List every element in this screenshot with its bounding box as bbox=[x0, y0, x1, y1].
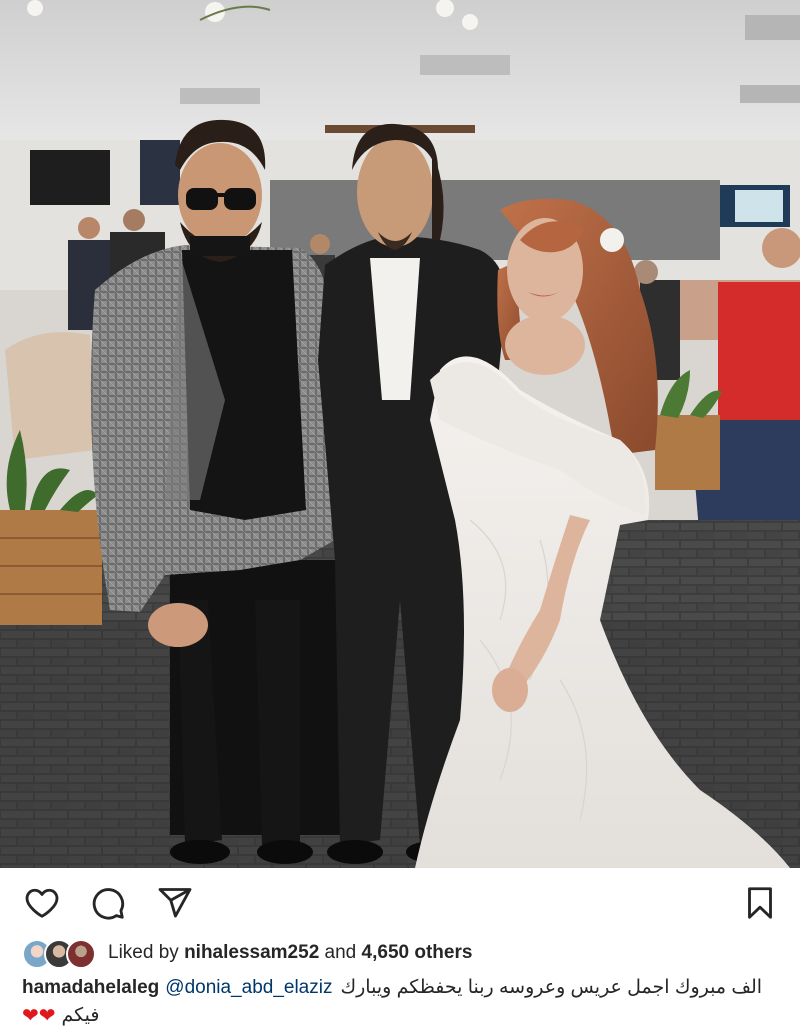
caption-text-continued: فيكم bbox=[61, 1005, 100, 1026]
likes-summary: Liked by nihalessam252 and 4,650 others bbox=[22, 936, 778, 970]
likes-prefix: Liked by bbox=[108, 942, 179, 963]
comment-button[interactable] bbox=[88, 883, 128, 923]
liker-username[interactable]: nihalessam252 bbox=[184, 942, 319, 963]
share-button[interactable] bbox=[155, 883, 195, 923]
save-button[interactable] bbox=[740, 883, 780, 923]
post-actions-bar bbox=[0, 868, 800, 934]
comment-bubble-icon bbox=[92, 888, 125, 920]
post-caption: hamadahelaleg @donia_abd_elaziz الف مبرو… bbox=[22, 974, 763, 1030]
heart-outline-icon bbox=[25, 888, 59, 918]
liker-avatars[interactable] bbox=[22, 937, 100, 969]
bookmark-icon bbox=[748, 887, 772, 919]
avatar bbox=[66, 939, 96, 969]
caption-username[interactable]: hamadahelaleg bbox=[22, 975, 159, 1001]
likes-count[interactable]: 4,650 others bbox=[362, 942, 473, 963]
likes-middle: and bbox=[324, 942, 357, 963]
caption-mention[interactable]: @donia_abd_elaziz bbox=[165, 975, 332, 1001]
caption-text: الف مبروك اجمل عريس وعروسه ربنا يحفظكم و… bbox=[340, 977, 763, 998]
heart-emoji: ❤❤ bbox=[22, 1005, 56, 1027]
post-image[interactable] bbox=[0, 0, 800, 868]
likes-text: Liked by nihalessam252 and 4,650 others bbox=[108, 942, 472, 964]
like-button[interactable] bbox=[22, 883, 62, 923]
paper-plane-icon bbox=[158, 888, 192, 918]
